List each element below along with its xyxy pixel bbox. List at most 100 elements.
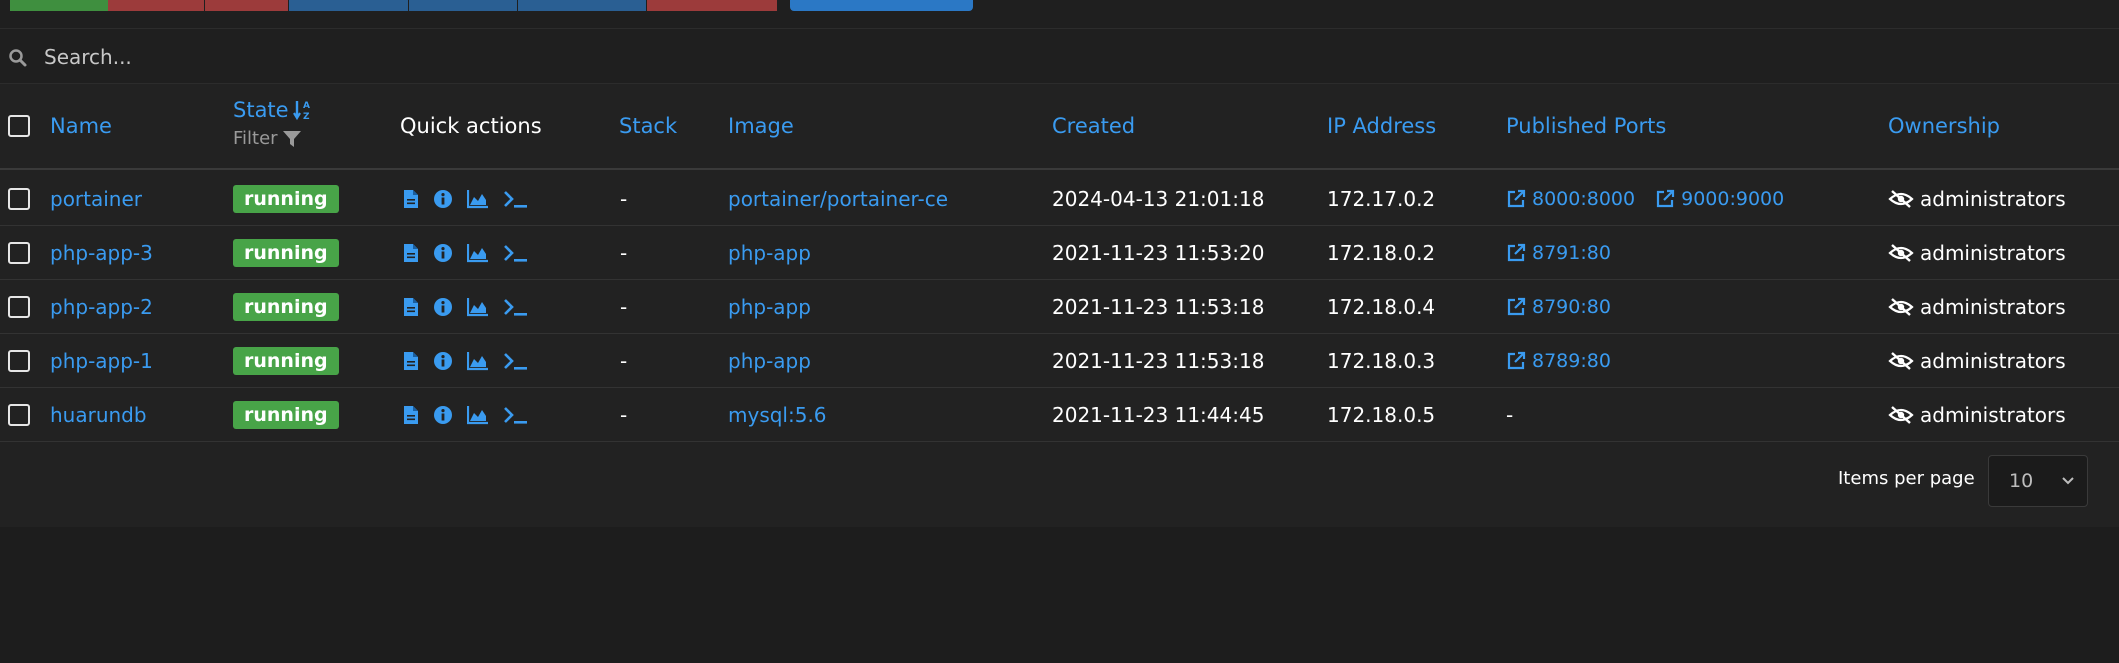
svg-text:Z: Z <box>303 112 310 121</box>
search-icon <box>9 49 27 67</box>
ip-value: 172.18.0.4 <box>1327 294 1436 319</box>
ip-value: 172.18.0.3 <box>1327 348 1436 373</box>
table-row: portainer running - portainer/portainer-… <box>0 172 2119 226</box>
logs-icon[interactable] <box>403 189 419 209</box>
ip-value: 172.18.0.5 <box>1327 402 1436 427</box>
containers-table: Name State A Z Filter Quick actions Stac… <box>0 84 2119 527</box>
port-link[interactable]: 9000:9000 <box>1655 188 1784 210</box>
status-badge: running <box>233 346 339 375</box>
console-icon[interactable] <box>503 189 529 209</box>
ownership-label: administrators <box>1920 294 2066 319</box>
ownership-value: administrators <box>1888 187 2066 211</box>
kill-button[interactable] <box>205 0 288 11</box>
add-container-button[interactable] <box>790 0 973 11</box>
column-header-ports[interactable]: Published Ports <box>1506 114 1666 138</box>
table-row: huarundb running - mysql:5.6 2021-11-23 … <box>0 388 2119 442</box>
console-icon[interactable] <box>503 351 529 371</box>
column-header-ownership[interactable]: Ownership <box>1888 114 2000 138</box>
external-link-icon <box>1507 189 1526 207</box>
row-checkbox[interactable] <box>8 241 30 264</box>
resume-button[interactable] <box>518 0 646 11</box>
logs-icon[interactable] <box>403 405 419 425</box>
ownership-label: administrators <box>1920 402 2066 427</box>
image-link[interactable]: php-app <box>728 241 811 265</box>
column-header-image[interactable]: Image <box>728 114 794 138</box>
external-link-icon <box>1507 297 1526 315</box>
logs-icon[interactable] <box>403 351 419 371</box>
port-link[interactable]: 8791:80 <box>1506 242 1611 264</box>
image-link[interactable]: php-app <box>728 349 811 373</box>
logs-icon[interactable] <box>403 297 419 317</box>
pause-button[interactable] <box>409 0 517 11</box>
inspect-icon[interactable] <box>433 243 453 263</box>
table-row: php-app-3 running - php-app 2021-11-23 1… <box>0 226 2119 280</box>
port-link[interactable]: 8789:80 <box>1506 350 1611 372</box>
created-value: 2021-11-23 11:44:45 <box>1052 402 1265 427</box>
image-link[interactable]: mysql:5.6 <box>728 403 827 427</box>
port-label: 8790:80 <box>1532 295 1611 318</box>
stack-value: - <box>620 348 628 373</box>
port-label: 8791:80 <box>1532 241 1611 264</box>
ownership-value: administrators <box>1888 403 2066 427</box>
stack-value: - <box>620 186 628 211</box>
container-name-link[interactable]: huarundb <box>50 403 147 427</box>
stats-icon[interactable] <box>467 243 489 263</box>
items-per-page-label: Items per page <box>1838 468 1975 489</box>
stats-icon[interactable] <box>467 405 489 425</box>
ownership-value: administrators <box>1888 349 2066 373</box>
search-input[interactable] <box>44 39 1544 75</box>
inspect-icon[interactable] <box>433 189 453 209</box>
stop-button[interactable] <box>108 0 204 11</box>
status-badge: running <box>233 238 339 267</box>
start-button[interactable] <box>10 0 108 11</box>
search-bar <box>0 28 2119 84</box>
select-all-checkbox[interactable] <box>8 115 30 137</box>
port-link[interactable]: 8790:80 <box>1506 296 1611 318</box>
created-value: 2021-11-23 11:53:20 <box>1052 240 1265 265</box>
eye-slash-icon <box>1888 351 1914 370</box>
console-icon[interactable] <box>503 297 529 317</box>
container-name-link[interactable]: php-app-3 <box>50 241 153 265</box>
state-filter[interactable]: Filter <box>233 128 313 149</box>
quick-actions <box>403 226 529 279</box>
column-header-name[interactable]: Name <box>50 114 112 138</box>
inspect-icon[interactable] <box>433 405 453 425</box>
quick-actions <box>403 388 529 441</box>
container-name-link[interactable]: php-app-2 <box>50 295 153 319</box>
chevron-down-icon <box>2062 477 2074 485</box>
logs-icon[interactable] <box>403 243 419 263</box>
remove-button[interactable] <box>647 0 777 11</box>
items-per-page-value: 10 <box>2009 470 2034 492</box>
restart-button[interactable] <box>289 0 408 11</box>
image-link[interactable]: php-app <box>728 295 811 319</box>
container-name-link[interactable]: portainer <box>50 187 142 211</box>
status-badge: running <box>233 400 339 429</box>
console-icon[interactable] <box>503 243 529 263</box>
ports-value: - <box>1506 402 1514 427</box>
eye-slash-icon <box>1888 297 1914 316</box>
table-row: php-app-2 running - php-app 2021-11-23 1… <box>0 280 2119 334</box>
row-checkbox[interactable] <box>8 295 30 318</box>
inspect-icon[interactable] <box>433 351 453 371</box>
ownership-value: administrators <box>1888 295 2066 319</box>
sort-alpha-icon[interactable]: A Z <box>292 99 313 121</box>
container-name-link[interactable]: php-app-1 <box>50 349 153 373</box>
stats-icon[interactable] <box>467 189 489 209</box>
column-header-stack[interactable]: Stack <box>619 114 677 138</box>
row-checkbox[interactable] <box>8 403 30 426</box>
image-link[interactable]: portainer/portainer-ce <box>728 187 948 211</box>
column-header-created[interactable]: Created <box>1052 114 1135 138</box>
created-value: 2021-11-23 11:53:18 <box>1052 294 1265 319</box>
stats-icon[interactable] <box>467 351 489 371</box>
items-per-page-select[interactable]: 10 <box>1988 455 2088 507</box>
stats-icon[interactable] <box>467 297 489 317</box>
state-header-label[interactable]: State <box>233 98 289 122</box>
column-header-ip[interactable]: IP Address <box>1327 114 1436 138</box>
external-link-icon <box>1507 243 1526 261</box>
row-checkbox[interactable] <box>8 349 30 372</box>
port-link[interactable]: 8000:8000 <box>1506 188 1635 210</box>
eye-slash-icon <box>1888 189 1914 208</box>
console-icon[interactable] <box>503 405 529 425</box>
inspect-icon[interactable] <box>433 297 453 317</box>
row-checkbox[interactable] <box>8 187 30 210</box>
